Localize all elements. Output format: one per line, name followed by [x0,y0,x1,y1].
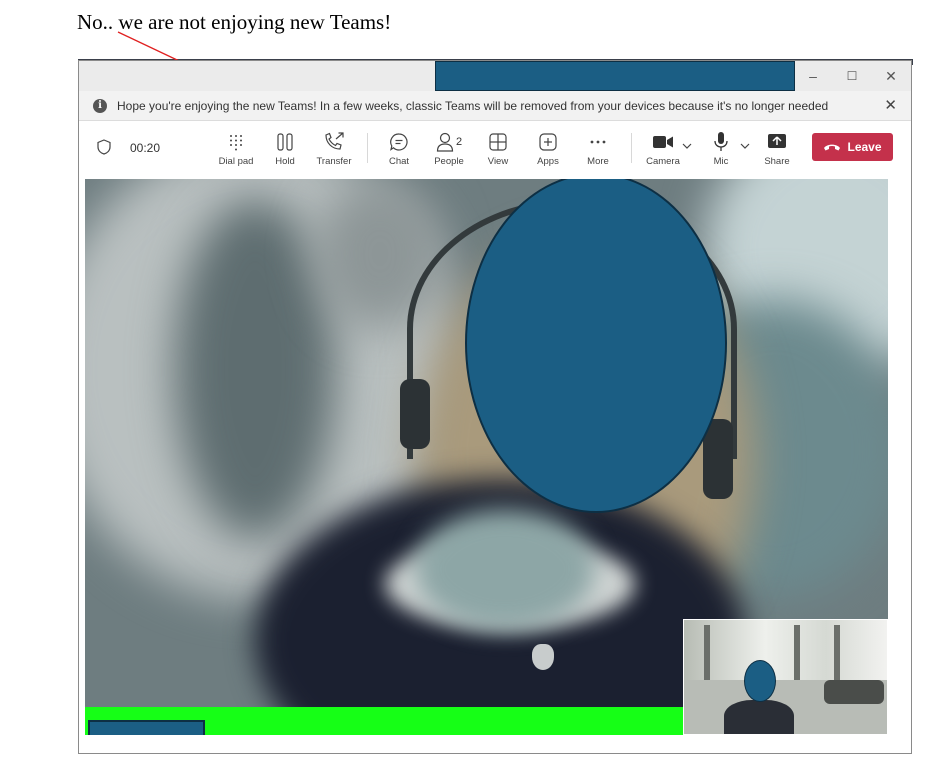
info-icon: i [93,99,107,113]
dial-pad-button[interactable]: Dial pad [213,131,259,167]
dial-pad-icon [230,135,242,151]
transfer-label: Transfer [316,156,352,167]
maximize-button[interactable]: ☐ [837,65,867,87]
share-label: Share [764,156,790,167]
hold-label: Hold [275,156,295,167]
redacted-face [465,179,727,513]
camera-label: Camera [646,156,680,167]
more-label: More [587,156,609,167]
toolbar-separator [367,133,368,163]
minimize-button[interactable]: – [798,65,828,87]
people-button[interactable]: 2 People [426,131,472,167]
mic-options-chevron-icon[interactable] [740,143,750,150]
pause-icon [277,133,293,151]
dial-pad-label: Dial pad [218,156,254,167]
grid-view-icon [489,133,507,151]
view-button[interactable]: View [475,131,521,167]
apps-label: Apps [537,156,559,167]
mic-label: Mic [713,156,729,167]
redacted-self-face [744,660,776,702]
toolbar-separator [631,133,632,163]
people-icon [436,132,454,152]
self-view-video[interactable] [683,619,888,735]
call-timer: 00:20 [130,141,161,155]
banner-close-button[interactable]: ✕ [884,96,897,114]
add-app-icon [539,133,557,151]
apps-button[interactable]: Apps [525,131,571,167]
microphone-icon [714,132,728,151]
call-toolbar: 00:20 Dial pad Hold Transfer Chat 2 Peop… [79,121,911,175]
share-screen-icon [768,134,786,148]
teams-call-window: – ☐ ✕ i Hope you're enjoying the new Tea… [78,60,912,754]
close-window-button[interactable]: ✕ [876,65,906,87]
title-bar: – ☐ ✕ [79,61,911,91]
notification-banner: i Hope you're enjoying the new Teams! In… [79,91,911,121]
phone-transfer-icon [325,132,344,150]
hang-up-icon [824,144,841,151]
transfer-button[interactable]: Transfer [311,131,357,167]
shield-icon [97,139,111,155]
people-count-badge: 2 [455,136,463,148]
chat-label: Chat [388,156,410,167]
mic-button[interactable]: Mic [698,131,744,167]
view-label: View [487,156,509,167]
more-icon [590,140,606,144]
share-button[interactable]: Share [754,131,800,167]
banner-message: Hope you're enjoying the new Teams! In a… [117,99,829,113]
leave-label: Leave [847,140,882,154]
video-stage [85,179,888,735]
annotation-caption: No.. we are not enjoying new Teams! [77,10,392,34]
camera-button[interactable]: Camera [640,131,686,167]
redacted-title [435,61,795,91]
hold-button[interactable]: Hold [262,131,308,167]
chat-button[interactable]: Chat [376,131,422,167]
redacted-participant-name [88,720,205,735]
chat-icon [390,133,408,151]
more-button[interactable]: More [575,131,621,167]
camera-icon [653,136,673,148]
leave-button[interactable]: Leave [812,133,893,161]
camera-options-chevron-icon[interactable] [682,143,692,150]
people-label: People [434,156,464,167]
